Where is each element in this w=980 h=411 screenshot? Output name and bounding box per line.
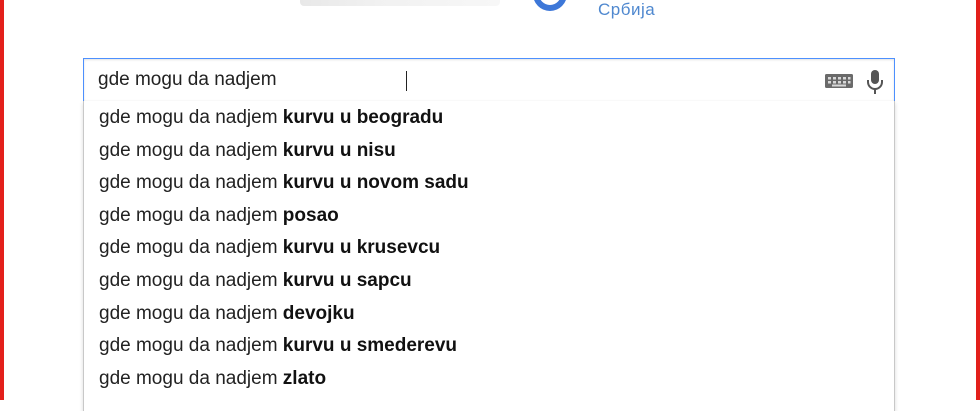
suggestion-completion: kurvu u sapcu <box>282 269 412 291</box>
suggestion-prefix: gde mogu da nadjem <box>99 237 278 259</box>
suggestion-item[interactable]: gde mogu da nadjem kurvu u novom sadu <box>84 166 894 199</box>
suggestion-completion: kurvu u smederevu <box>282 335 458 357</box>
suggestion-completion: kurvu u nisu <box>282 139 396 161</box>
suggestion-item[interactable]: gde mogu da nadjem posao <box>84 199 894 232</box>
suggestion-item[interactable]: gde mogu da nadjem kurvu u krusevcu <box>84 231 894 264</box>
search-box[interactable] <box>83 58 895 102</box>
suggestion-item[interactable]: gde mogu da nadjem kurvu u sapcu <box>84 264 894 297</box>
text-caret <box>406 71 407 91</box>
suggestion-completion: kurvu u krusevcu <box>282 237 441 259</box>
suggestion-item[interactable]: gde mogu da nadjem kurvu u nisu <box>84 134 894 167</box>
suggestion-item[interactable]: gde mogu da nadjem kurvu u beogradu <box>84 101 894 134</box>
suggestion-prefix: gde mogu da nadjem <box>99 335 278 357</box>
search-input[interactable] <box>98 59 798 101</box>
microphone-icon[interactable] <box>864 68 886 96</box>
country-label: Србија <box>598 0 656 19</box>
suggestion-prefix: gde mogu da nadjem <box>99 302 278 324</box>
suggestion-prefix: gde mogu da nadjem <box>99 204 278 226</box>
logo-wordmark <box>300 0 500 6</box>
suggestion-completion: zlato <box>282 367 327 389</box>
suggestion-prefix: gde mogu da nadjem <box>99 107 278 128</box>
suggestion-prefix: gde mogu da nadjem <box>99 367 278 389</box>
suggestion-prefix: gde mogu da nadjem <box>99 172 278 194</box>
google-logo-header: Србија <box>290 0 710 26</box>
suggestion-completion: devojku <box>282 302 355 324</box>
google-logo-icon <box>534 0 566 11</box>
suggestion-prefix: gde mogu da nadjem <box>99 269 278 291</box>
suggestion-item[interactable]: gde mogu da nadjem devojku <box>84 297 894 330</box>
suggestion-completion: posao <box>282 204 339 226</box>
suggestion-completion: kurvu u beogradu <box>282 107 444 128</box>
autocomplete-suggestions: gde mogu da nadjem kurvu u beogradu gde … <box>83 101 895 411</box>
suggestion-item[interactable]: gde mogu da nadjem zlato <box>84 362 894 395</box>
suggestion-completion: kurvu u novom sadu <box>282 172 469 194</box>
keyboard-icon[interactable] <box>824 72 854 90</box>
suggestion-prefix: gde mogu da nadjem <box>99 139 278 161</box>
suggestion-item[interactable]: gde mogu da nadjem kurvu u smederevu <box>84 329 894 362</box>
